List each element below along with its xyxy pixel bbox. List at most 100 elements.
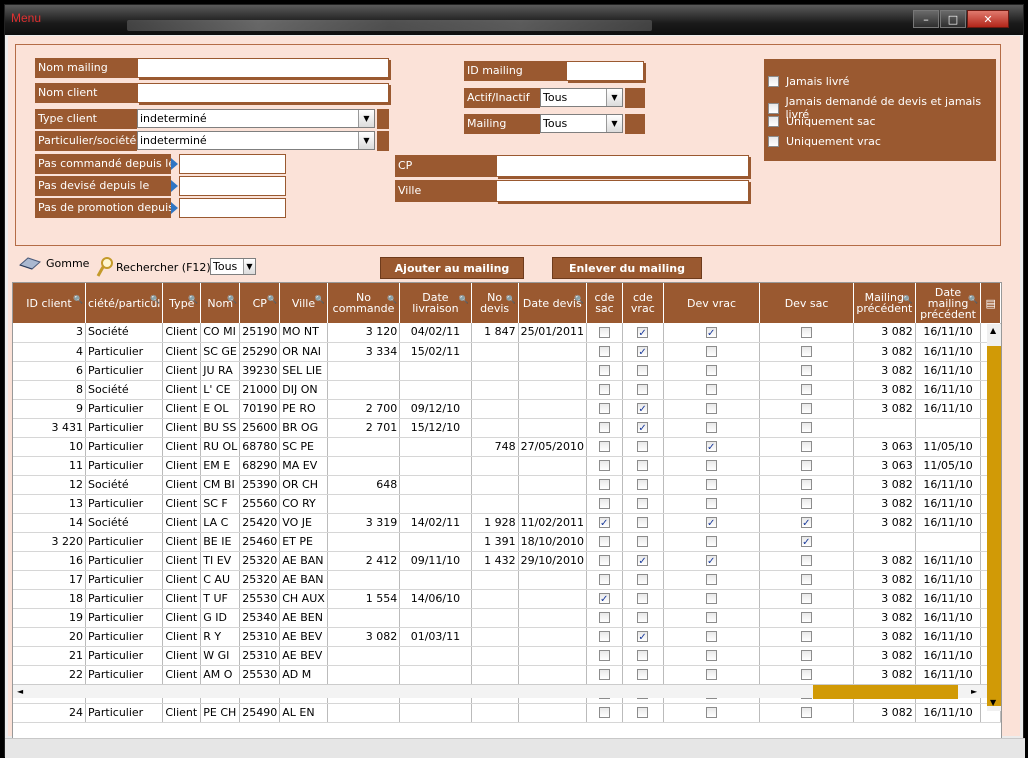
- checkbox[interactable]: [801, 346, 813, 357]
- column-header[interactable]: Dev vrac: [663, 283, 761, 323]
- checkbox[interactable]: [801, 384, 813, 395]
- checkbox[interactable]: [706, 631, 718, 642]
- checkbox[interactable]: [801, 574, 813, 585]
- table-row[interactable]: 22 Particulier Client AM O 25530 AD M 3 082 16/…: [13, 665, 1001, 685]
- checkbox[interactable]: [598, 707, 610, 718]
- checkbox[interactable]: [706, 612, 718, 623]
- checkbox[interactable]: [706, 498, 718, 509]
- mailing-select[interactable]: Tous ▼: [540, 114, 623, 133]
- checkbox[interactable]: [598, 631, 610, 642]
- column-header[interactable]: No devis 🔍: [471, 283, 519, 323]
- checkbox[interactable]: [598, 479, 610, 490]
- checkbox[interactable]: [637, 517, 649, 528]
- checkbox[interactable]: [706, 403, 718, 414]
- table-row[interactable]: 24 Particulier Client PE CH 25490 AL EN 3 082 1…: [13, 703, 1001, 723]
- table-row[interactable]: 9 Particulier Client E OL 70190 PE RO 2 700 09/…: [13, 399, 1001, 419]
- checkbox[interactable]: [706, 479, 718, 490]
- checkbox[interactable]: [598, 498, 610, 509]
- checkbox[interactable]: [598, 515, 610, 531]
- checkbox[interactable]: [598, 536, 610, 547]
- checkbox[interactable]: [801, 593, 813, 604]
- scroll-up-icon[interactable]: ▲: [990, 326, 996, 335]
- ajouter-mailing-button[interactable]: Ajouter au mailing: [380, 257, 524, 279]
- checkbox[interactable]: [801, 707, 813, 718]
- checkbox[interactable]: [706, 460, 718, 471]
- checkbox[interactable]: [637, 401, 649, 417]
- pas-promo-input[interactable]: [179, 198, 286, 218]
- actif-select[interactable]: Tous ▼: [540, 88, 623, 107]
- checkbox[interactable]: [598, 669, 610, 680]
- checkbox[interactable]: [706, 384, 718, 395]
- gomme-button[interactable]: Gomme: [18, 256, 89, 270]
- maximize-icon[interactable]: □: [940, 10, 966, 28]
- checkbox[interactable]: [706, 422, 718, 433]
- checkbox[interactable]: [706, 553, 718, 569]
- checkbox[interactable]: [801, 403, 813, 414]
- filter-icon[interactable]: 🔍: [459, 294, 469, 305]
- checkbox[interactable]: [801, 631, 813, 642]
- checkbox[interactable]: [637, 650, 649, 661]
- scroll-right-icon[interactable]: ►: [971, 685, 977, 699]
- filter-icon[interactable]: 🔍: [506, 294, 516, 305]
- checkbox[interactable]: [598, 384, 610, 395]
- calendar-arrow-icon[interactable]: [171, 202, 178, 214]
- checkbox[interactable]: [637, 669, 649, 680]
- filter-icon[interactable]: 🔍: [73, 294, 83, 305]
- nom-mailing-input[interactable]: [137, 58, 389, 78]
- calendar-arrow-icon[interactable]: [171, 180, 178, 192]
- checkbox[interactable]: [598, 403, 610, 414]
- table-row[interactable]: 8 Société Client L' CE 21000 DIJ ON 3 082 16/11…: [13, 380, 1001, 400]
- filter-icon[interactable]: 🔍: [903, 294, 913, 305]
- checkbox[interactable]: [801, 479, 813, 490]
- checkbox[interactable]: [706, 593, 718, 604]
- checkbox[interactable]: [637, 612, 649, 623]
- checkbox[interactable]: [598, 441, 610, 452]
- checkbox[interactable]: [706, 365, 718, 376]
- filter-icon[interactable]: 🔍: [188, 294, 198, 305]
- id-mailing-input[interactable]: [566, 61, 644, 81]
- vertical-scrollbar[interactable]: ▲ ▼: [987, 324, 1001, 711]
- table-row[interactable]: 17 Particulier Client C AU 25320 AE BAN 3 082 1…: [13, 570, 1001, 590]
- column-header[interactable]: Date livraison 🔍: [399, 283, 472, 323]
- checkbox[interactable]: [598, 574, 610, 585]
- nom-client-input[interactable]: [137, 83, 389, 103]
- checkbox[interactable]: [598, 346, 610, 357]
- menu-button[interactable]: Menu: [11, 11, 41, 25]
- chevron-down-icon[interactable]: ▼: [606, 89, 622, 106]
- checkbox[interactable]: [706, 346, 718, 357]
- table-row[interactable]: 3 Société Client CO MI 25190 MO NT 3 120 04/02/…: [13, 323, 1001, 343]
- checkbox[interactable]: [637, 365, 649, 376]
- checkbox[interactable]: [598, 365, 610, 376]
- checkbox[interactable]: [637, 498, 649, 509]
- checkbox[interactable]: [706, 439, 718, 455]
- table-row[interactable]: 21 Particulier Client W GI 25310 AE BEV 3 082 1…: [13, 646, 1001, 666]
- particulier-select[interactable]: indeterminé ▼: [137, 131, 375, 150]
- checkbox[interactable]: [768, 102, 779, 114]
- enlever-mailing-button[interactable]: Enlever du mailing: [552, 257, 702, 279]
- checkbox[interactable]: [637, 536, 649, 547]
- filter-icon[interactable]: 🔍: [227, 294, 237, 305]
- filter-icon[interactable]: 🔍: [315, 294, 325, 305]
- checkbox[interactable]: [706, 707, 718, 718]
- checkbox[interactable]: [598, 422, 610, 433]
- chevron-down-icon[interactable]: ▼: [243, 259, 255, 274]
- column-header[interactable]: Nom 🔍: [200, 283, 241, 323]
- scroll-down-icon[interactable]: ▼: [990, 698, 996, 707]
- table-row[interactable]: 16 Particulier Client TI EV 25320 AE BAN 2 412…: [13, 551, 1001, 571]
- checkbox[interactable]: [801, 422, 813, 433]
- type-client-select[interactable]: indeterminé ▼: [137, 109, 375, 128]
- checkbox[interactable]: [768, 76, 779, 87]
- checkbox[interactable]: [637, 479, 649, 490]
- checkbox[interactable]: [801, 441, 813, 452]
- table-row[interactable]: 18 Particulier Client T UF 25530 CH AUX 1 554 1…: [13, 589, 1001, 609]
- checkbox[interactable]: [598, 555, 610, 566]
- checkbox[interactable]: [598, 612, 610, 623]
- rechercher-button[interactable]: Rechercher (F12): [96, 256, 211, 278]
- checkbox[interactable]: [706, 650, 718, 661]
- checkbox[interactable]: [706, 515, 718, 531]
- horizontal-scrollbar[interactable]: ◄ ►: [13, 684, 987, 699]
- check-uniquement-sac[interactable]: Uniquement sac: [768, 115, 876, 128]
- column-header[interactable]: cde sac: [586, 283, 623, 323]
- column-settings-icon[interactable]: ▤: [980, 283, 1001, 323]
- checkbox[interactable]: [801, 612, 813, 623]
